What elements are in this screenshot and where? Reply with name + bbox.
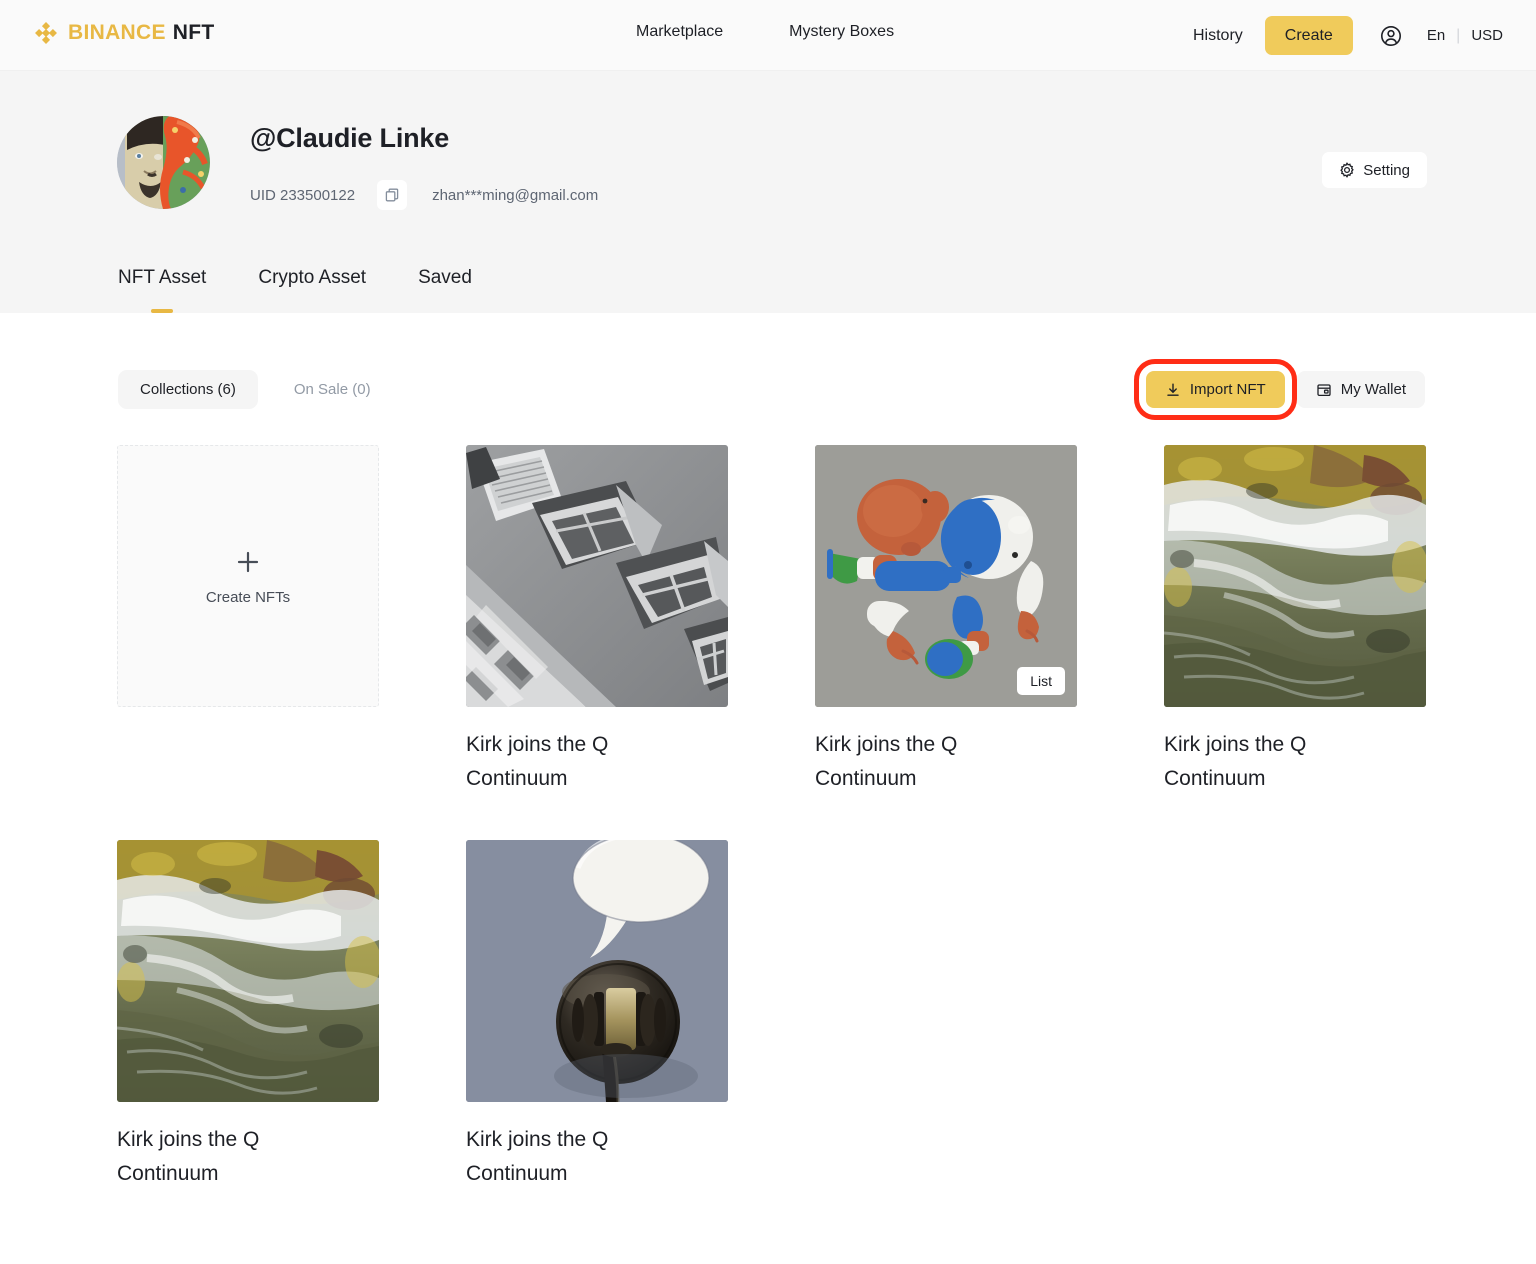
nft-title: Kirk joins the Q Continuum	[815, 733, 958, 791]
email-text: zhan***ming@gmail.com	[432, 186, 599, 204]
list-badge[interactable]: List	[1017, 667, 1065, 695]
header-divider: |	[1456, 26, 1461, 44]
main-nav: Marketplace Mystery Boxes	[636, 23, 894, 41]
copy-uid-button[interactable]	[377, 180, 408, 210]
gavel-speech-bubble-art	[466, 840, 728, 1103]
page-title: @Claudie Linke	[250, 123, 450, 153]
avatar[interactable]	[117, 116, 210, 209]
tab-saved[interactable]: Saved	[418, 267, 472, 313]
nft-title: Kirk joins the Q Continuum	[466, 733, 609, 791]
profile-tabs: NFT Asset Crypto Asset Saved	[118, 267, 472, 313]
plus-icon	[237, 551, 259, 572]
nft-thumbnail[interactable]	[1164, 445, 1426, 707]
import-nft-button[interactable]: Import NFT	[1133, 359, 1297, 420]
nft-grid: Create NFTs Kirk joins the Q Continuum L…	[117, 445, 1437, 1191]
architecture-bw-art	[466, 445, 728, 707]
nav-item-mystery-boxes[interactable]: Mystery Boxes	[789, 23, 894, 41]
nft-title: Kirk joins the Q Continuum	[117, 1128, 260, 1186]
create-nfts-card[interactable]: Create NFTs	[117, 445, 379, 707]
currency-selector[interactable]: USD	[1471, 27, 1503, 44]
content-panel: Collections (6) On Sale (0) Import NFT M…	[0, 313, 1536, 1264]
nft-title: Kirk joins the Q Continuum	[466, 1128, 609, 1186]
create-nfts-label: Create NFTs	[205, 588, 291, 606]
tab-nft-asset[interactable]: NFT Asset	[118, 267, 206, 313]
nft-card: Kirk joins the Q Continuum	[117, 840, 379, 1191]
logo[interactable]: BINANCE NFT	[33, 20, 215, 46]
asset-filters: Collections (6) On Sale (0)	[118, 370, 393, 409]
copy-icon	[385, 188, 399, 202]
language-selector[interactable]: En	[1427, 27, 1445, 44]
my-wallet-button[interactable]: My Wallet	[1296, 371, 1425, 408]
profile-section: @Claudie Linke UID 233500122 zhan***ming…	[0, 71, 1536, 313]
gear-icon	[1340, 162, 1355, 178]
nft-title: Kirk joins the Q Continuum	[1164, 733, 1307, 791]
logo-suffix-text: NFT	[172, 21, 215, 44]
tab-crypto-asset[interactable]: Crypto Asset	[258, 267, 366, 313]
asset-actions: Import NFT My Wallet	[1133, 359, 1425, 420]
site-header: BINANCE NFT Marketplace Mystery Boxes Hi…	[0, 0, 1536, 71]
river-water-art	[117, 840, 379, 1103]
download-icon	[1167, 383, 1179, 396]
uid-text: UID 233500122	[250, 186, 356, 204]
nft-thumbnail[interactable]	[466, 840, 728, 1103]
history-link[interactable]: History	[1193, 16, 1243, 55]
create-button[interactable]: Create	[1264, 16, 1353, 55]
binance-diamond-icon	[35, 22, 57, 44]
setting-button[interactable]: Setting	[1322, 152, 1427, 188]
create-nft-cell: Create NFTs	[117, 445, 379, 796]
nft-thumbnail[interactable]	[466, 445, 728, 707]
my-wallet-label: My Wallet	[1340, 381, 1406, 398]
nft-card: Kirk joins the Q Continuum	[466, 445, 728, 796]
user-circle-icon[interactable]	[1379, 24, 1403, 48]
filter-collections[interactable]: Collections (6)	[118, 370, 258, 409]
header-actions: History Create En | USD	[1193, 16, 1503, 55]
nft-thumbnail[interactable]	[117, 840, 379, 1103]
nft-thumbnail[interactable]: List	[815, 445, 1077, 707]
nft-card: Kirk joins the Q Continuum	[466, 840, 728, 1191]
nav-item-marketplace[interactable]: Marketplace	[636, 23, 723, 41]
river-water-art	[1164, 445, 1426, 707]
wallet-icon	[1317, 383, 1331, 396]
nft-card: Kirk joins the Q Continuum	[1164, 445, 1426, 796]
uid-row: UID 233500122 zhan***ming@gmail.com	[250, 180, 598, 210]
avatar-image	[117, 116, 210, 209]
nft-card: List Kirk joins the Q Continuum	[815, 445, 1077, 796]
import-nft-label: Import NFT	[1189, 381, 1266, 398]
filter-on-sale[interactable]: On Sale (0)	[272, 370, 393, 409]
logo-brand-text: BINANCE	[68, 21, 166, 44]
setting-label: Setting	[1363, 161, 1410, 179]
